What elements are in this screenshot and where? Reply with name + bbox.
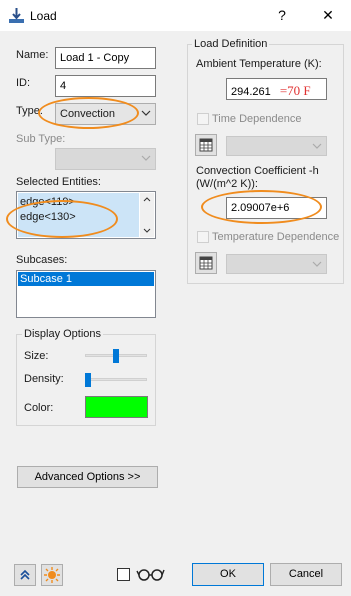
ambient-temperature-label: Ambient Temperature (K): (196, 58, 322, 70)
type-select-value: Convection (60, 108, 116, 120)
selected-entities-label: Selected Entities: (16, 176, 101, 188)
temperature-dependence-select (226, 254, 327, 274)
glasses-icon (136, 566, 166, 582)
ok-button[interactable]: OK (192, 563, 264, 586)
temperature-table-button[interactable] (195, 252, 217, 274)
chevron-down-icon (312, 143, 322, 149)
close-button[interactable]: ✕ (316, 4, 340, 26)
highlight-button[interactable] (41, 564, 63, 586)
ambient-annotation: =70 F (279, 83, 311, 98)
subtype-label: Sub Type: (16, 133, 66, 145)
list-item[interactable]: edge<130> (20, 211, 76, 223)
name-label: Name: (16, 49, 49, 61)
double-chevron-up-icon (20, 569, 30, 580)
type-label: Type: (16, 105, 43, 117)
chevron-down-icon (141, 110, 151, 116)
temperature-dependence-label: Temperature Dependence (212, 231, 340, 243)
highlight-icon (44, 567, 60, 583)
size-label: Size: (24, 350, 49, 362)
load-app-icon (8, 7, 25, 24)
name-input[interactable]: Load 1 - Copy (55, 47, 156, 69)
id-input[interactable]: 4 (55, 75, 156, 97)
preview-checkbox[interactable] (117, 568, 130, 581)
help-button[interactable]: ? (270, 4, 294, 26)
scroll-arrows-icon (143, 197, 151, 233)
color-label: Color: (24, 402, 54, 414)
color-swatch[interactable] (85, 396, 148, 418)
chevron-down-icon (141, 155, 151, 161)
advanced-options-button[interactable]: Advanced Options >> (17, 466, 158, 488)
load-definition-title: Load Definition (192, 38, 270, 50)
window-title: Load (30, 9, 57, 23)
cancel-button[interactable]: Cancel (270, 563, 342, 586)
density-slider-track[interactable] (85, 378, 147, 381)
subtype-select (55, 148, 156, 170)
ambient-temperature-value: 294.261 (231, 86, 271, 98)
subcases-label: Subcases: (16, 254, 68, 266)
collapse-up-button[interactable] (14, 564, 36, 586)
chevron-down-icon (312, 261, 322, 267)
density-label: Density: (24, 373, 64, 385)
table-icon (199, 256, 213, 270)
convection-units-label: (W/(m^2 K)): (196, 178, 258, 190)
type-select[interactable]: Convection (55, 103, 156, 125)
size-slider-thumb[interactable] (113, 349, 119, 363)
convection-coefficient-input[interactable]: 2.09007e+6 (226, 197, 327, 219)
time-dependence-label: Time Dependence (212, 113, 302, 125)
display-options-title: Display Options (22, 328, 104, 340)
convection-coefficient-label: Convection Coefficient -h (196, 165, 319, 177)
list-item[interactable]: edge<119> (20, 196, 75, 208)
id-label: ID: (16, 77, 31, 89)
table-icon (199, 138, 213, 152)
scrollbar[interactable] (140, 193, 154, 237)
ambient-temperature-input[interactable]: 294.261 =70 F (226, 78, 327, 100)
time-table-button[interactable] (195, 134, 217, 156)
temperature-dependence-checkbox (197, 231, 209, 243)
selected-entities-list[interactable]: edge<119> edge<130> (16, 191, 156, 239)
list-item[interactable]: Subcase 1 (18, 272, 154, 286)
density-slider-thumb[interactable] (85, 373, 91, 387)
subcases-list[interactable]: Subcase 1 (16, 270, 156, 318)
time-dependence-checkbox (197, 113, 209, 125)
time-dependence-select (226, 136, 327, 156)
